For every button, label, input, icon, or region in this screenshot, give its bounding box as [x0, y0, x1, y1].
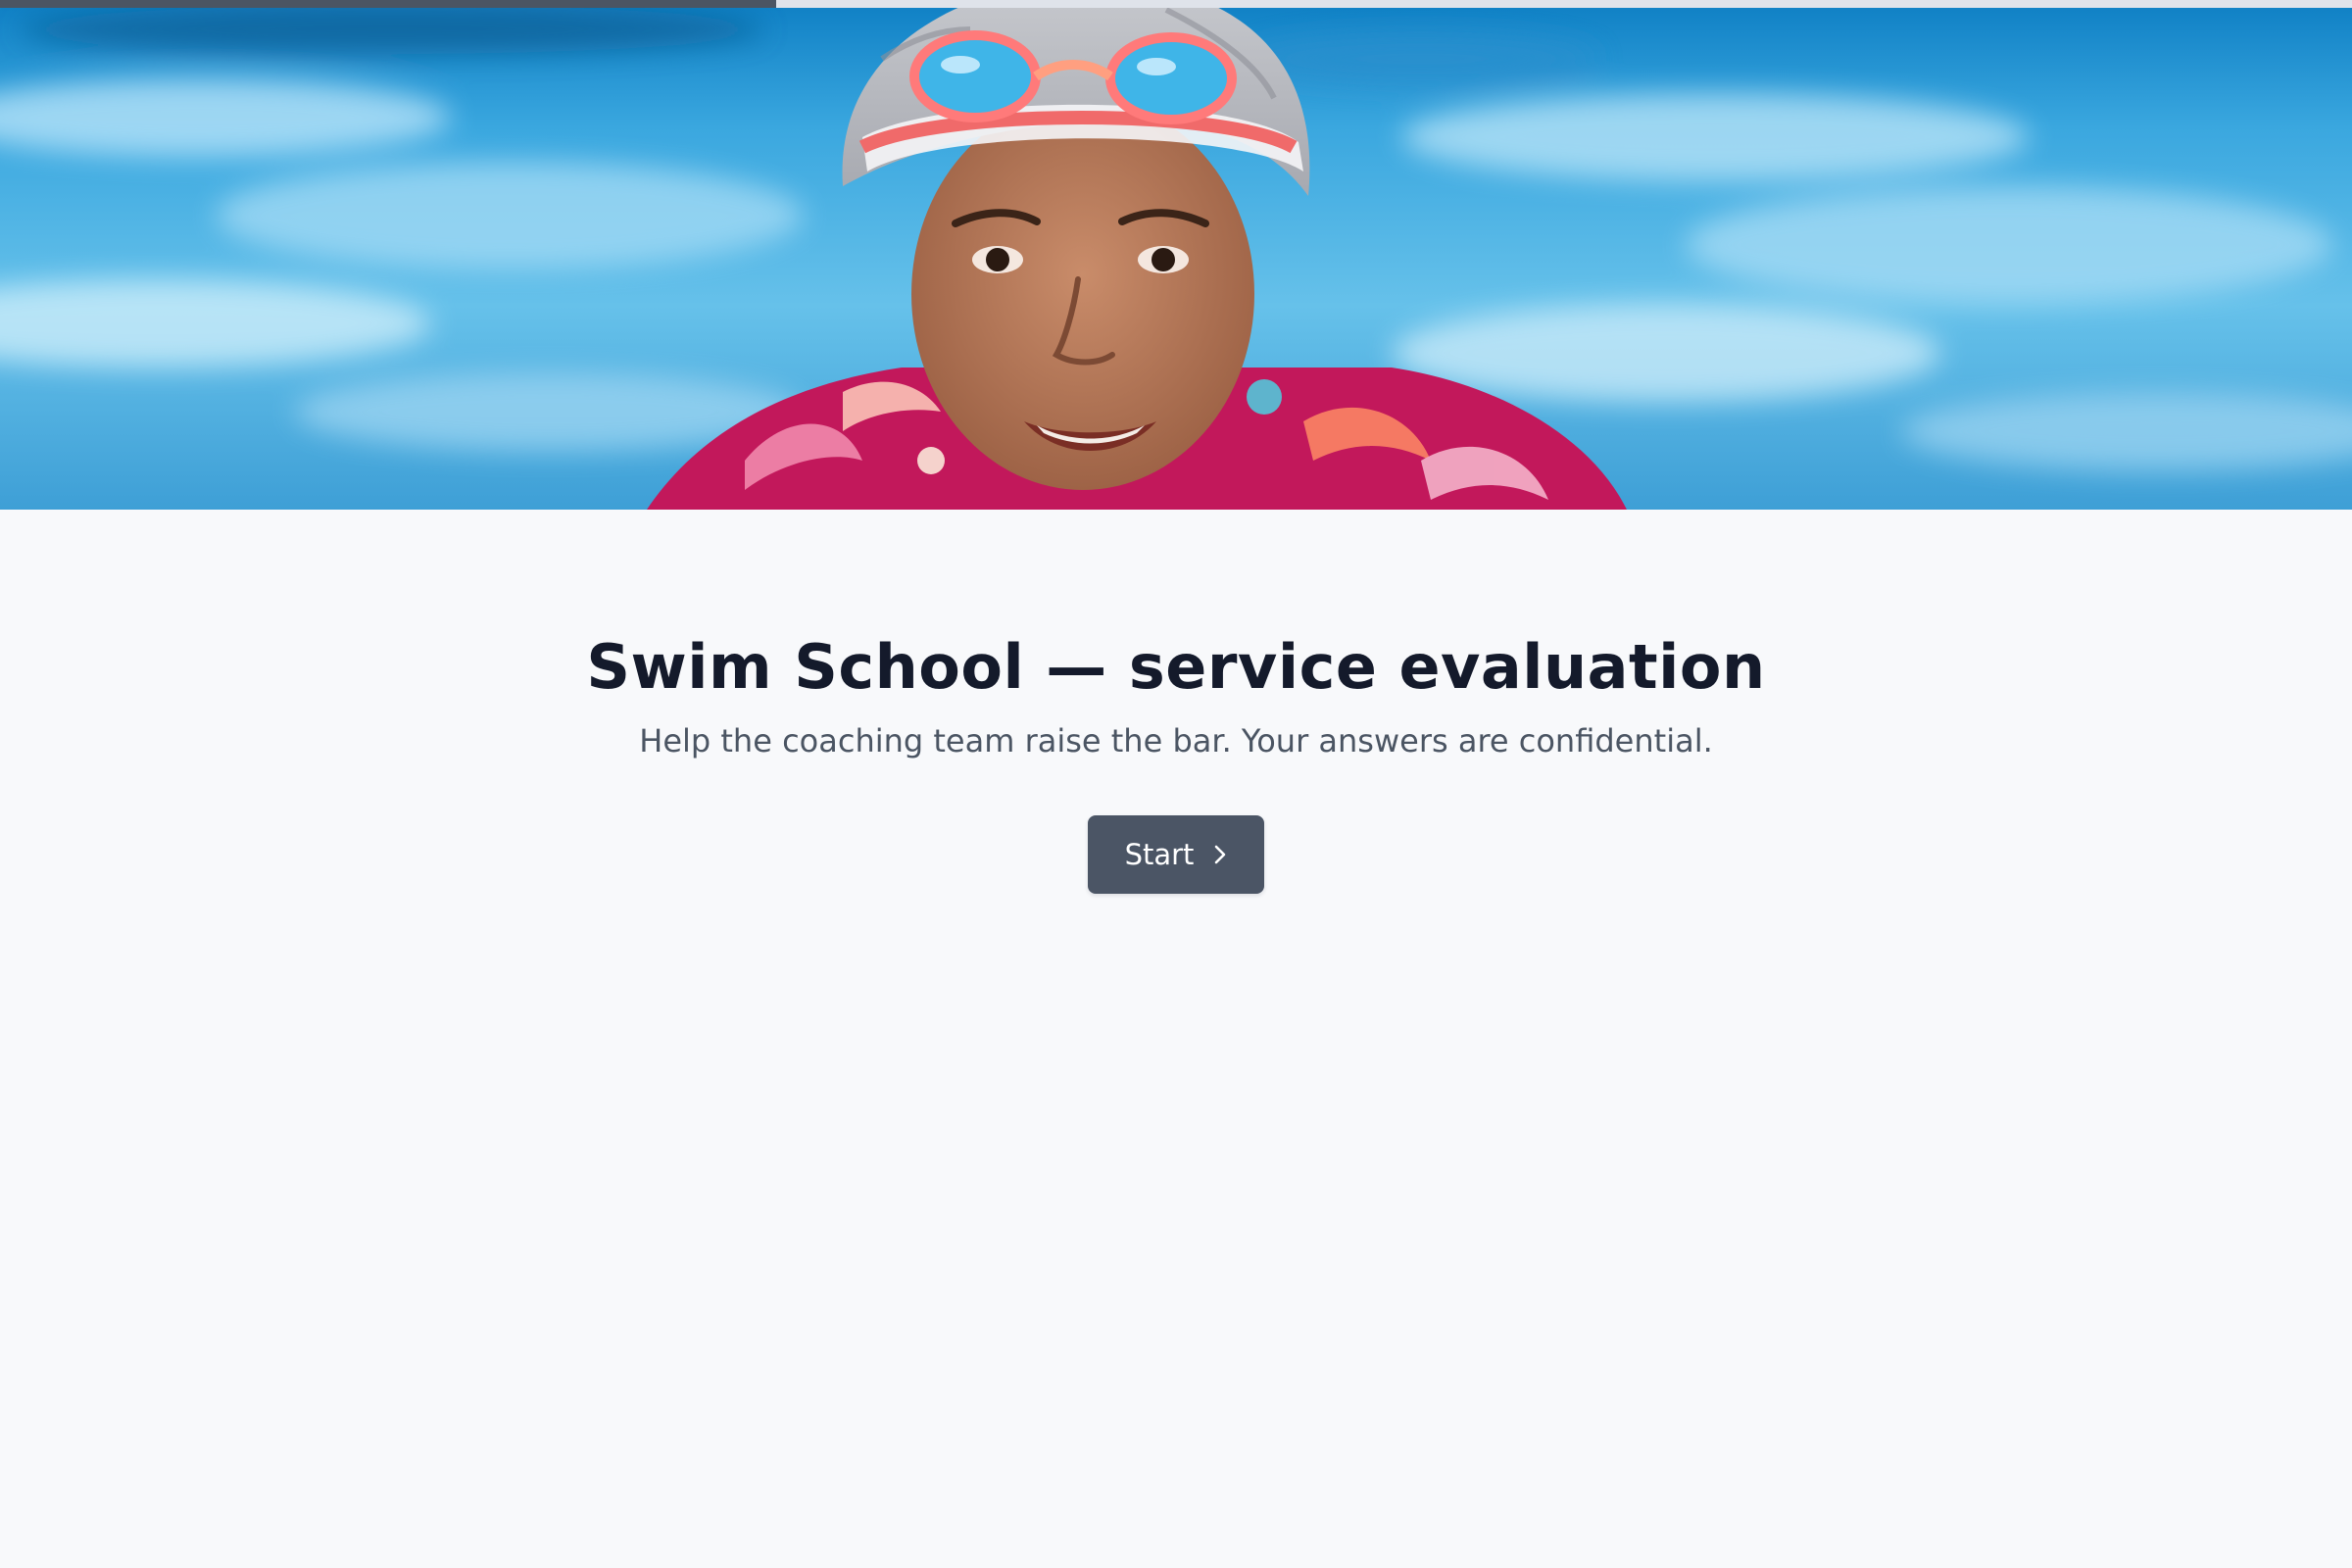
- start-button[interactable]: Start: [1088, 814, 1264, 894]
- page-title: Swim School — service evaluation: [586, 631, 1766, 703]
- start-button-label: Start: [1124, 837, 1195, 871]
- progress-bar: [0, 0, 2352, 8]
- intro-section: Swim School — service evaluation Help th…: [0, 510, 2352, 894]
- progress-bar-fill: [0, 0, 776, 8]
- chevron-right-icon: [1215, 845, 1226, 864]
- page-subtitle: Help the coaching team raise the bar. Yo…: [639, 722, 1713, 760]
- hero-photo-illustration: [0, 0, 2352, 510]
- hero-image: [0, 0, 2352, 510]
